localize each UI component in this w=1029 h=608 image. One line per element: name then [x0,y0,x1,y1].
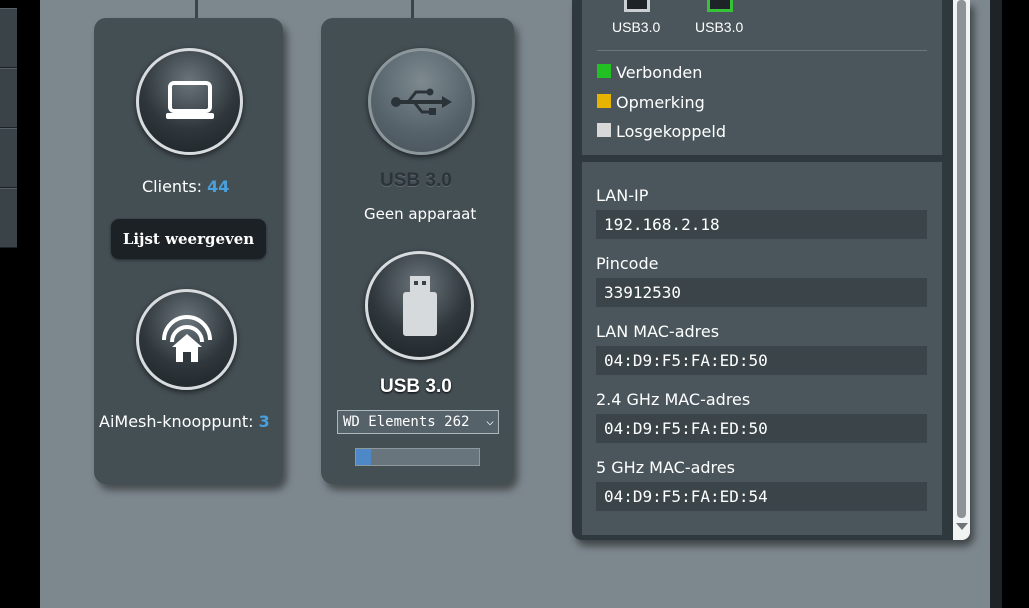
mesh-home-icon [161,314,212,362]
usb-usage-progress [355,448,480,466]
lan-ip-label: LAN-IP [596,186,649,205]
pincode-value: 33912530 [596,278,927,307]
port-1-label: USB3.0 [612,19,661,35]
clients-button[interactable] [136,48,243,155]
lan-mac-value: 04:D9:F5:FA:ED:50 [596,346,927,375]
usb-port-1-title: USB 3.0 [380,170,452,191]
legend-notice: Opmerking [616,93,705,112]
lan-mac-label: LAN MAC-adres [596,322,720,341]
legend-notice-swatch [597,94,611,108]
mac-24ghz-label: 2.4 GHz MAC-adres [596,390,751,409]
nav-tab[interactable] [0,128,17,188]
usb-port-2-title: USB 3.0 [380,376,452,397]
pincode-label: Pincode [596,254,659,273]
usb-usage-fill [356,449,371,465]
scroll-down-arrow-icon[interactable] [956,523,968,530]
mac-24ghz-value: 04:D9:F5:FA:ED:50 [596,414,927,443]
legend-connected-swatch [597,64,611,78]
usb-symbol-icon [390,88,452,115]
right-border [990,0,1029,608]
left-nav-strip [0,0,40,608]
aimesh-label: AiMesh-knooppunt: 3 [99,412,270,431]
chevron-down-icon: ⌵ [486,414,494,429]
port-2-label: USB3.0 [695,19,744,35]
nav-tab[interactable] [0,8,17,68]
usb-port-1-status: Geen apparaat [364,205,477,223]
usb-device-select-value: WD Elements 262 [343,414,470,430]
clients-label: Clients: 44 [142,177,229,196]
usb-port-connected-icon [707,0,733,12]
legend-disconnected-swatch [597,123,611,137]
aimesh-label-text: AiMesh-knooppunt: [99,412,254,431]
usb-device-select[interactable]: WD Elements 262 ⌵ [337,410,499,434]
clients-label-text: Clients: [142,177,203,196]
legend-disconnected: Losgekoppeld [616,122,726,141]
view-list-button[interactable]: Lijst weergeven [111,219,266,259]
usb-drive-icon [402,275,437,336]
connector-line [195,0,198,18]
lan-ip-value: 192.168.2.18 [596,210,927,239]
aimesh-button[interactable] [136,289,237,390]
aimesh-count[interactable]: 3 [259,412,270,431]
connector-line [411,0,414,18]
divider [597,50,927,51]
clients-count[interactable]: 44 [207,177,229,196]
scrollbar-thumb[interactable] [957,0,966,518]
legend-connected: Verbonden [616,63,703,82]
nav-tab[interactable] [0,68,17,128]
monitor-icon [165,80,214,119]
mac-5ghz-label: 5 GHz MAC-adres [596,458,735,477]
usb-port-disconnected-icon [624,0,650,12]
usb-port-1-button[interactable] [368,48,475,155]
usb-port-2-button[interactable] [365,251,474,360]
mac-5ghz-value: 04:D9:F5:FA:ED:54 [596,482,927,511]
nav-tab[interactable] [0,188,17,248]
